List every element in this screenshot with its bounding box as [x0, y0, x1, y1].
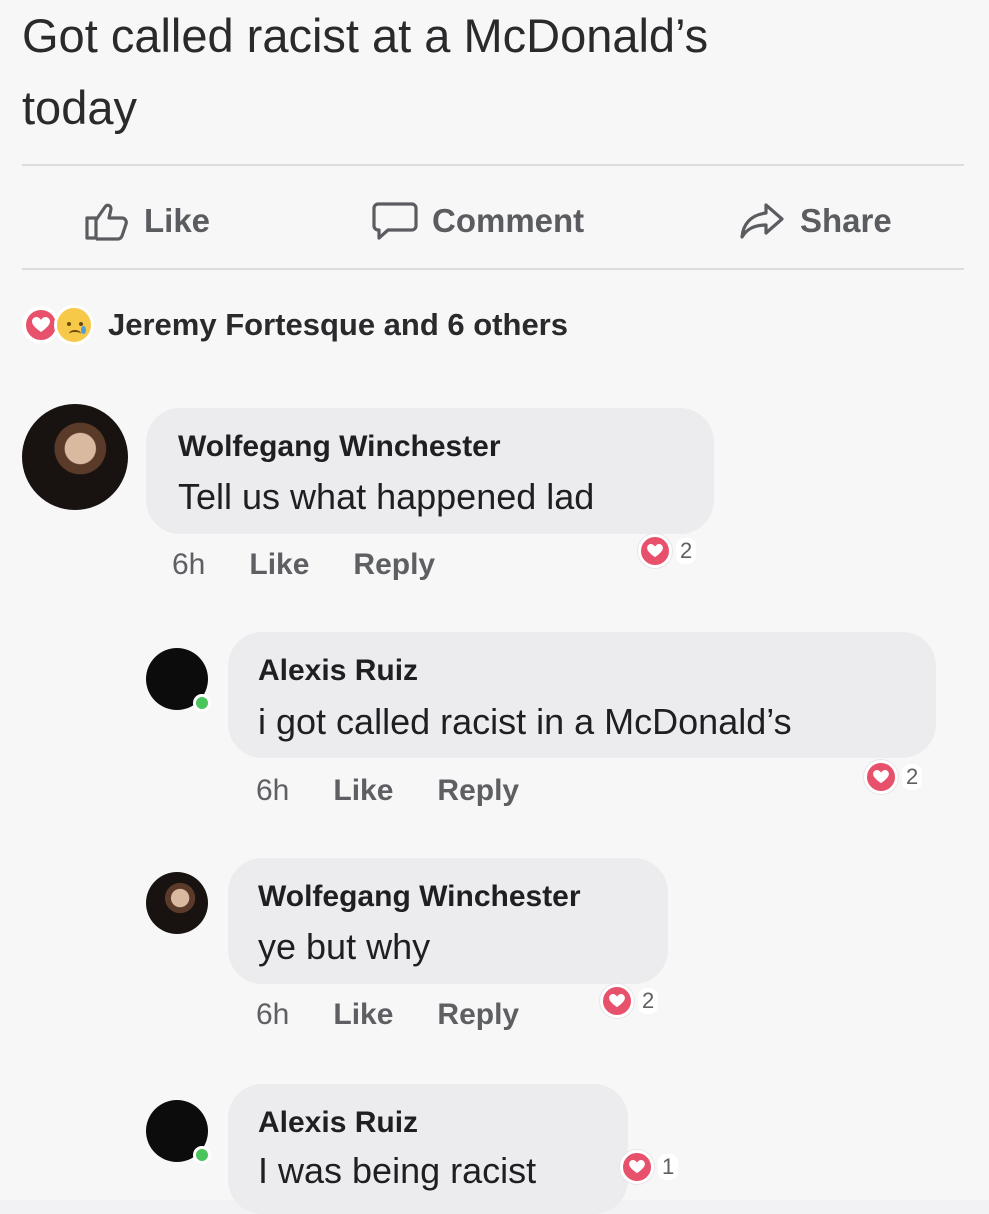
comment-meta: 6h Like Reply	[256, 774, 519, 808]
love-reaction-icon	[638, 534, 672, 568]
comment-time: 6h	[172, 548, 206, 581]
comment-like-button[interactable]: Like	[249, 548, 309, 582]
reaction-count: 2	[902, 764, 923, 790]
like-button-label: Like	[144, 202, 211, 239]
facebook-post: Got called racist at a McDonald’s today …	[0, 0, 989, 1214]
share-button-label: Share	[800, 202, 892, 239]
reactors-text: Jeremy Fortesque and 6 others	[108, 307, 568, 342]
sad-reaction-icon	[54, 305, 94, 345]
divider-top	[22, 164, 964, 166]
online-indicator	[193, 694, 211, 712]
comment-meta: 6h Like Reply	[256, 998, 519, 1032]
avatar[interactable]	[146, 872, 208, 934]
post-text-line-2: today	[22, 81, 137, 134]
comment-reply-button[interactable]: Reply	[353, 548, 435, 582]
love-reaction-icon	[864, 760, 898, 794]
comment-button-label: Comment	[432, 202, 585, 239]
comment-author[interactable]: Wolfegang Winchester	[178, 430, 501, 464]
comment-text: I was being racist	[258, 1150, 537, 1191]
share-button[interactable]: Share	[738, 196, 892, 246]
comment-button[interactable]: Comment	[372, 196, 584, 246]
online-indicator	[193, 1146, 211, 1164]
comment-reply-button[interactable]: Reply	[437, 998, 519, 1032]
post-text: Got called racist at a McDonald’s today	[22, 0, 962, 144]
comment-reaction-count[interactable]: 2	[864, 760, 923, 794]
comment-reaction-count[interactable]: 2	[638, 534, 697, 568]
comment-author[interactable]: Alexis Ruiz	[258, 654, 418, 688]
share-icon	[740, 203, 784, 239]
comment-icon	[372, 202, 418, 240]
like-button[interactable]: Like	[84, 196, 210, 246]
comment-author[interactable]: Wolfegang Winchester	[258, 880, 581, 914]
comment-text: i got called racist in a McDonald’s	[258, 701, 792, 742]
post-text-line-1: Got called racist at a McDonald’s	[22, 9, 709, 62]
love-reaction-icon	[620, 1150, 654, 1184]
comment-reaction-count[interactable]: 2	[600, 984, 659, 1018]
reaction-count: 2	[676, 538, 697, 564]
comment-like-button[interactable]: Like	[333, 774, 393, 808]
comment-meta: 6h Like Reply	[172, 548, 435, 582]
comment-text: ye but why	[258, 926, 431, 967]
comment-bubble	[228, 1084, 628, 1214]
comment-text: Tell us what happened lad	[178, 476, 595, 517]
comment-time: 6h	[256, 774, 290, 807]
reactions-summary[interactable]: Jeremy Fortesque and 6 others	[22, 305, 568, 345]
divider-bottom	[22, 268, 964, 270]
reaction-count: 1	[658, 1154, 679, 1180]
comment-reply-button[interactable]: Reply	[437, 774, 519, 808]
avatar[interactable]	[22, 404, 128, 510]
love-reaction-icon	[600, 984, 634, 1018]
thumbs-up-icon	[85, 203, 128, 241]
comment-author[interactable]: Alexis Ruiz	[258, 1106, 418, 1140]
comment-time: 6h	[256, 998, 290, 1031]
comment-like-button[interactable]: Like	[333, 998, 393, 1032]
comment-reaction-count[interactable]: 1	[620, 1150, 679, 1184]
reaction-count: 2	[638, 988, 659, 1014]
